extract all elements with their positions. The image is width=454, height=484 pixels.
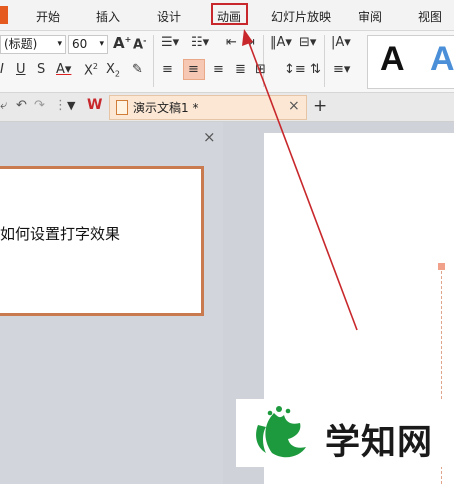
font-color-icon[interactable]: A▾ <box>56 62 71 77</box>
text-box-icon[interactable]: |A▾ <box>331 35 351 50</box>
animation-tab-highlight <box>211 3 248 25</box>
bullet-list-icon[interactable]: ☰▾ <box>161 35 179 50</box>
tab-review[interactable]: 审阅 <box>358 8 382 25</box>
separator-dots-icon: ⋮ <box>54 98 67 113</box>
toolbar-separator <box>324 35 325 87</box>
save-icon[interactable]: ⤶ <box>0 98 7 113</box>
chevron-down-icon: ▾ <box>57 39 62 49</box>
new-tab-button[interactable]: + <box>313 96 327 116</box>
more-format-icon[interactable]: ≡▾ <box>333 62 350 77</box>
decrease-indent-icon[interactable]: ⇤ <box>226 35 237 50</box>
chevron-down-icon: ▾ <box>99 39 104 49</box>
justify-icon[interactable]: ≣ <box>235 62 246 77</box>
text-direction-icon[interactable]: ‖A▾ <box>270 35 292 50</box>
increase-indent-icon[interactable]: ⇥ <box>244 35 255 50</box>
style-blue-a[interactable]: A <box>430 40 454 79</box>
clear-format-icon[interactable]: ✎ <box>132 62 143 77</box>
slide-thumbnail-text: 如何设置打字效果 <box>0 225 121 243</box>
text-style-gallery[interactable]: A A <box>367 35 454 89</box>
tab-view[interactable]: 视图 <box>418 8 442 25</box>
tab-design[interactable]: 设计 <box>157 8 181 25</box>
close-panel-icon[interactable]: × <box>203 128 216 146</box>
undo-icon[interactable]: ↶ <box>16 98 27 113</box>
style-black-a[interactable]: A <box>380 40 405 79</box>
align-right-icon[interactable]: ≡ <box>213 62 224 77</box>
font-name-value: (标题) <box>4 37 38 51</box>
toolbar-separator <box>263 35 264 87</box>
resize-handle[interactable] <box>438 263 445 270</box>
decrease-font-icon[interactable]: A- <box>133 36 146 52</box>
menu-bar: 开始 插入 设计 动画 幻灯片放映 审阅 视图 <box>0 0 454 31</box>
wps-logo-icon: W <box>87 97 103 113</box>
close-tab-icon[interactable]: × <box>288 98 300 114</box>
subscript-icon[interactable]: X2 <box>106 62 120 79</box>
slide-thumbnail[interactable]: 如何设置打字效果 <box>0 166 204 316</box>
font-size-select[interactable]: 60 ▾ <box>68 35 108 54</box>
shadow-icon[interactable]: S <box>37 62 45 77</box>
watermark-logo-icon <box>256 406 306 458</box>
italic-icon[interactable]: I <box>0 62 4 77</box>
tab-slideshow[interactable]: 幻灯片放映 <box>271 8 331 25</box>
file-menu-marker[interactable] <box>0 6 8 24</box>
toolbar-separator <box>153 35 154 87</box>
document-tab-title: 演示文稿1 * <box>133 101 199 115</box>
line-spacing-icon[interactable]: ↕≡ <box>284 62 306 77</box>
document-icon <box>116 100 128 115</box>
document-tab[interactable]: 演示文稿1 * × <box>109 95 307 120</box>
redo-icon[interactable]: ↷ <box>34 98 45 113</box>
distribute-icon[interactable]: ⊞ <box>255 62 266 77</box>
paragraph-spacing-icon[interactable]: ⇅ <box>310 62 321 77</box>
underline-icon[interactable]: U <box>16 62 26 77</box>
font-name-select[interactable]: (标题) ▾ <box>0 35 66 54</box>
superscript-icon[interactable]: X2 <box>84 62 98 78</box>
customize-dropdown-icon[interactable]: ▼ <box>67 99 75 112</box>
align-text-icon[interactable]: ⊟▾ <box>299 35 316 50</box>
tab-insert[interactable]: 插入 <box>96 8 120 25</box>
align-left-icon[interactable]: ≡ <box>162 62 173 77</box>
increase-font-icon[interactable]: A+ <box>113 34 131 52</box>
align-center-icon[interactable]: ≡ <box>188 62 199 77</box>
font-size-value: 60 <box>72 37 88 51</box>
tab-home[interactable]: 开始 <box>36 8 60 25</box>
watermark-text: 学知网 <box>325 423 434 463</box>
numbered-list-icon[interactable]: ☷▾ <box>191 35 209 50</box>
